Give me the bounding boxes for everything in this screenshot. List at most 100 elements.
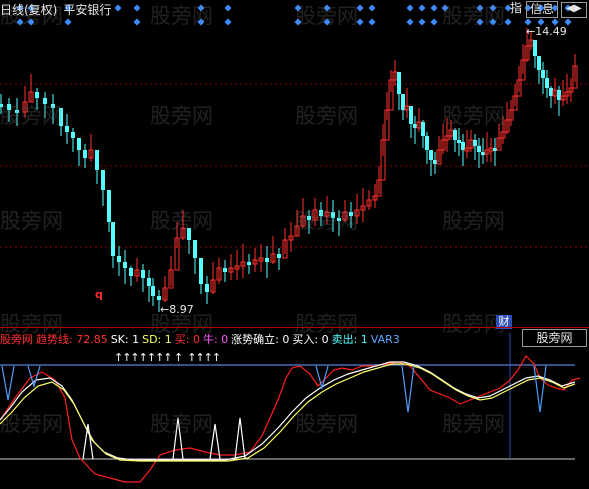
candle-body [533, 40, 537, 56]
kline-chart [0, 4, 589, 489]
candle-body [141, 270, 145, 278]
candle-body [123, 262, 127, 268]
buy-value: 买: 0 [174, 333, 200, 346]
panel-separator [0, 327, 589, 328]
signal-diamond [368, 18, 376, 26]
candle-body [117, 256, 121, 262]
high-price-label: ←14.49 [526, 25, 567, 38]
buy-in-value: 买入: 0 [292, 333, 329, 346]
bull-value: 牛: 0 [202, 333, 229, 346]
candle-body [477, 146, 481, 152]
candle-body [481, 152, 485, 155]
candle-body [457, 140, 461, 143]
candle-body [157, 296, 161, 300]
indicator-panel [0, 327, 589, 489]
candle-body [331, 212, 335, 218]
candle-body [71, 132, 75, 138]
candle-body [337, 218, 341, 221]
nav-arrows-button[interactable]: ◀▶ [561, 2, 587, 18]
var3-value: VAR3 [370, 333, 400, 346]
signal-diamond [418, 18, 426, 26]
indicator-selector[interactable]: 股旁网 [522, 329, 587, 347]
candle-body [265, 258, 269, 262]
candle-body [349, 212, 353, 216]
candle-body [549, 88, 553, 96]
candle-body [0, 104, 3, 107]
sell-spike [401, 365, 415, 413]
candle-body [51, 104, 55, 108]
candle-body [43, 98, 47, 104]
buy-spike [82, 423, 94, 460]
signal-diamond [224, 18, 232, 26]
signal-diamond [406, 18, 414, 26]
candle-body [409, 106, 413, 124]
signal-diamond [294, 18, 302, 26]
candle-body [421, 122, 425, 136]
candle-body [223, 268, 227, 272]
candle-body [473, 140, 477, 146]
signal-diamond [27, 18, 35, 26]
sell-value: 卖出: 1 [331, 333, 368, 346]
candle-body [147, 278, 151, 286]
uptrend-value: 涨势确立: 0 [231, 333, 290, 346]
low-price-label: ←8.97 [160, 303, 194, 316]
candle-body [151, 286, 155, 296]
candle-body [425, 136, 429, 150]
sell-spike [1, 365, 15, 401]
signal-diamond [356, 18, 364, 26]
signal-diamond [489, 18, 497, 26]
candle-body [111, 222, 115, 256]
candle-body [277, 254, 281, 258]
top-bar: 日线(复权) 平安银行 指 信息 ◀▶ [0, 0, 589, 18]
candle-body [193, 240, 197, 258]
signal-diamond [430, 18, 438, 26]
candle-body [429, 150, 433, 160]
indicator-name[interactable]: 股旁网 [0, 333, 33, 346]
signal-diamond [323, 18, 331, 26]
candle-body [83, 150, 87, 158]
candle-body [65, 126, 69, 132]
candle-body [433, 160, 437, 164]
candle-body [453, 130, 457, 140]
candle-body [461, 142, 465, 150]
candle-body [541, 70, 545, 78]
trend-line [0, 355, 581, 483]
candle-body [319, 210, 323, 216]
candle-body [537, 56, 541, 70]
chart-title: 日线(复权) 平安银行 [0, 1, 111, 18]
candle-body [205, 284, 209, 292]
index-button[interactable]: 指 [510, 1, 522, 16]
candle-body [545, 78, 549, 88]
candle-body [401, 94, 405, 110]
q-marker: q [95, 288, 103, 301]
candle-body [35, 92, 39, 98]
buy-signal-arrows: ↑↑↑↑↑↑↑ ↑ ↑↑↑↑ [114, 351, 221, 364]
candle-body [15, 110, 19, 113]
candle-body [187, 228, 191, 240]
buy-spike [172, 417, 184, 460]
candle-body [95, 150, 99, 170]
candle-body [413, 124, 417, 128]
info-button[interactable]: 信息 [526, 1, 559, 18]
low-price-value: 8.97 [169, 303, 194, 316]
indicator-header: 股旁网 趋势线: 72.85 SK: 1 SD: 1 买: 0 牛: 0 涨势确立: 0 买入… [0, 331, 403, 346]
candle-body [59, 108, 63, 126]
signal-diamond [504, 18, 512, 26]
sd-line [0, 363, 576, 462]
sd-value: SD: 1 [142, 333, 172, 346]
sk-line [0, 361, 576, 461]
stock-name: 平安银行 [63, 3, 112, 17]
candle-body [77, 138, 81, 150]
candle-body [101, 170, 105, 190]
trend-line-value: 趋势线: 72.85 [36, 333, 108, 346]
candle-body [7, 104, 11, 110]
sk-value: SK: 1 [110, 333, 140, 346]
candle-body [397, 72, 401, 94]
candle-body [107, 190, 111, 222]
signal-diamond [197, 18, 205, 26]
candle-body [557, 90, 561, 100]
candle-body [307, 216, 311, 220]
sell-spike [533, 365, 547, 413]
signal-diamond [476, 18, 484, 26]
period-label: 日线(复权) [0, 3, 58, 17]
